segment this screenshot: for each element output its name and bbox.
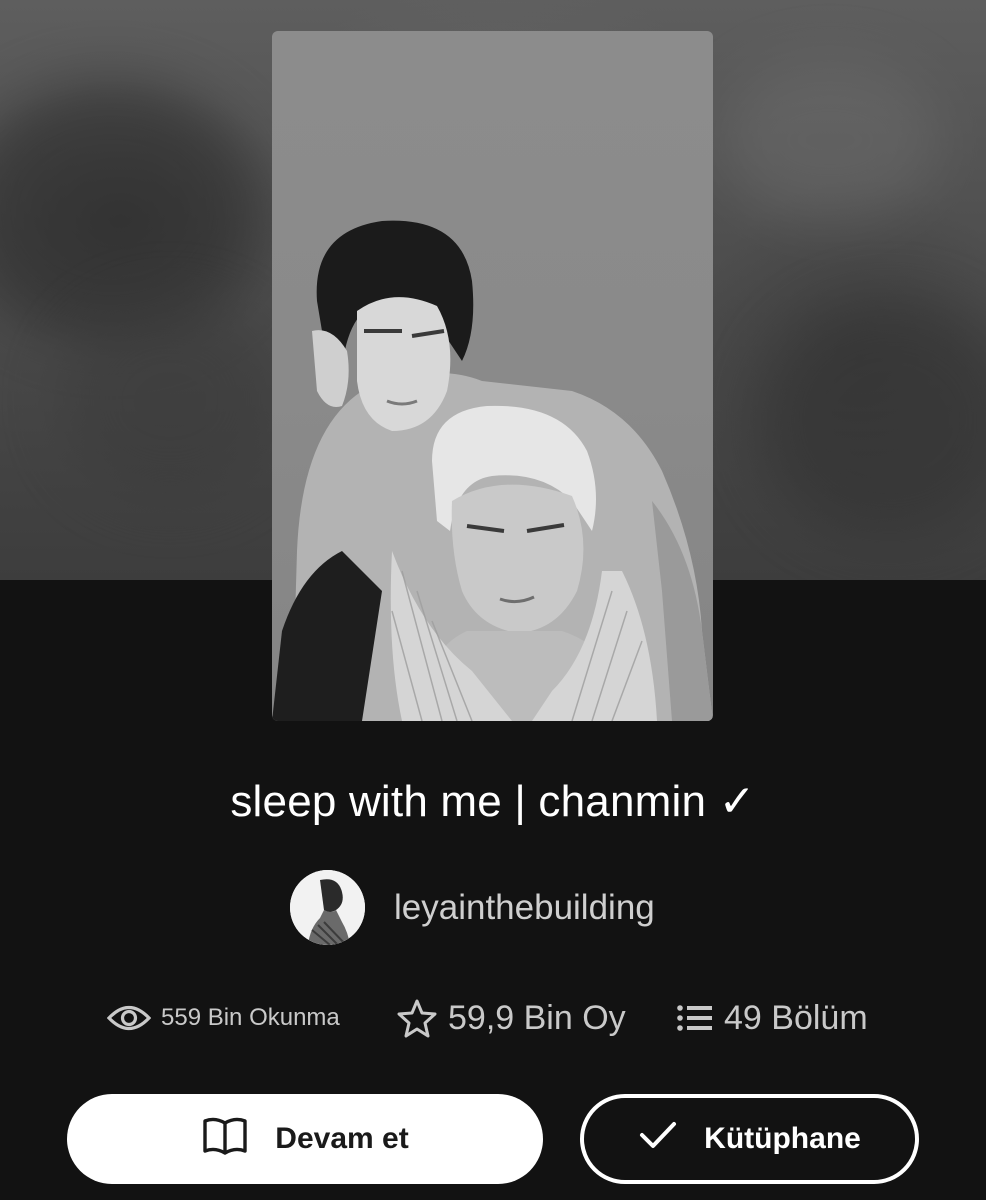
author-username[interactable]: leyainthebuilding	[394, 888, 655, 928]
reads-count: 559 Bin Okunma	[161, 1004, 340, 1031]
avatar-photo	[290, 870, 365, 945]
parts-count: 49 Bölüm	[724, 998, 868, 1037]
author-avatar[interactable]	[290, 870, 365, 945]
library-label: Kütüphane	[704, 1122, 861, 1155]
book-icon	[201, 1115, 249, 1163]
check-icon	[638, 1120, 678, 1158]
list-icon	[676, 1003, 714, 1033]
story-stats: 559 Bin Okunma 59,9 Bin Oy 49 Bölüm	[0, 992, 986, 1044]
star-icon	[396, 998, 438, 1038]
votes-stat: 59,9 Bin Oy	[396, 992, 626, 1044]
author-row[interactable]: leyainthebuilding	[290, 870, 655, 945]
cover-photo	[272, 220, 713, 721]
reads-stat: 559 Bin Okunma	[107, 992, 340, 1044]
parts-stat: 49 Bölüm	[676, 992, 868, 1044]
continue-reading-label: Devam et	[275, 1122, 409, 1155]
story-title: sleep with me | chanmin ✓	[230, 777, 756, 826]
continue-reading-button[interactable]: Devam et	[67, 1094, 543, 1184]
votes-count: 59,9 Bin Oy	[448, 998, 626, 1037]
story-cover-image[interactable]	[272, 31, 713, 721]
library-button[interactable]: Kütüphane	[580, 1094, 919, 1184]
eye-icon	[107, 1003, 151, 1033]
